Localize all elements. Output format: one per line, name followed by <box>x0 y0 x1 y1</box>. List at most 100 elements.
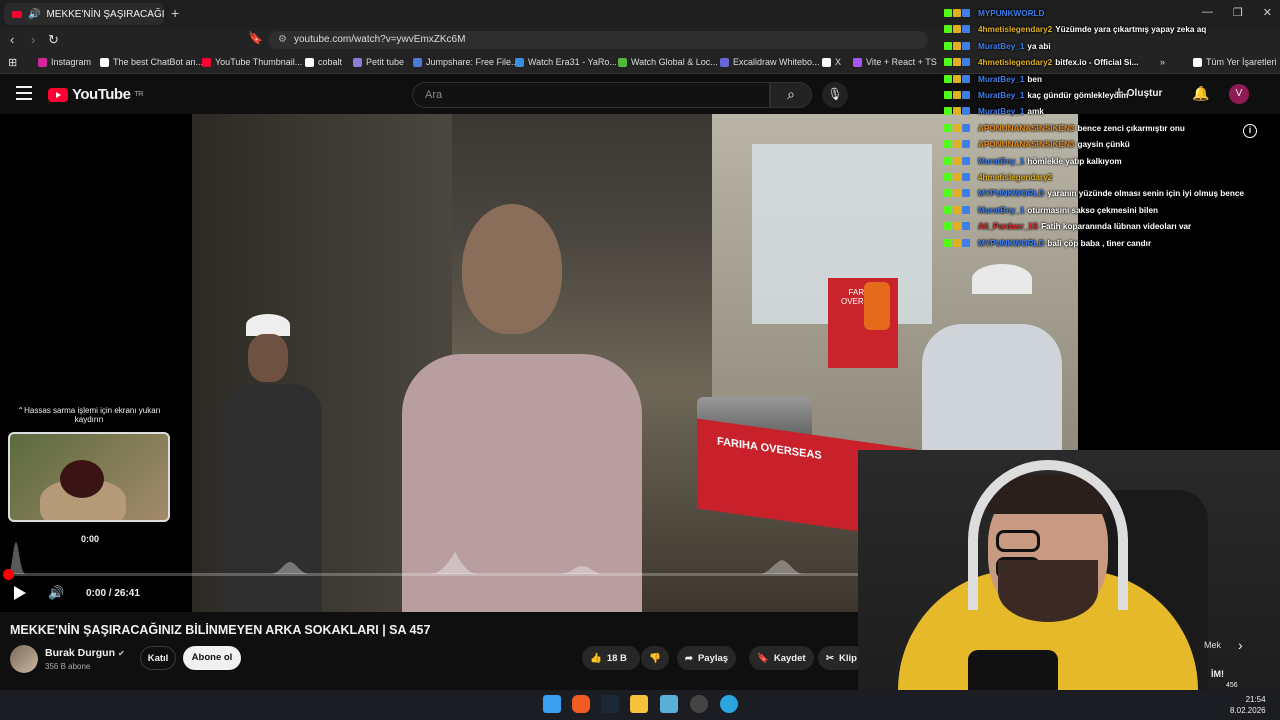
steam-icon[interactable] <box>601 695 619 713</box>
bookmark-item[interactable]: Petit tube <box>353 57 404 67</box>
bookmark-item[interactable]: X <box>822 57 841 67</box>
verified-icon: ✔ <box>117 649 125 658</box>
voice-search-button[interactable]: 🎙 <box>822 82 848 108</box>
chat-username: 4hmetislegendary2 <box>978 173 1053 182</box>
badge-icon <box>962 189 970 198</box>
chat-username: MuratBey_1 <box>978 41 1025 51</box>
scrub-hint: ⌃Hassas sarma işlemi için ekranı yukarı … <box>17 406 161 424</box>
subscribe-button[interactable]: Abone ol <box>183 646 241 670</box>
chat-text: Yüzümde yara çıkartmış yapay zeka aq <box>1055 25 1207 35</box>
play-icon[interactable] <box>14 586 26 600</box>
forward-arrow-icon[interactable]: › <box>31 32 35 47</box>
badge-icon <box>962 25 970 34</box>
back-arrow-icon[interactable]: ‹ <box>10 32 14 47</box>
chat-message: Ali_Pardasr_1S Fatih koparanında lübnan v… <box>944 222 1191 231</box>
new-tab-button[interactable]: + <box>171 5 179 21</box>
volume-icon[interactable]: 🔊 <box>48 585 64 601</box>
apps-grid-icon[interactable]: ⊞ <box>8 56 17 69</box>
share-icon: ➦ <box>685 652 693 664</box>
share-button[interactable]: ➦ Paylaş <box>677 646 737 670</box>
chat-message: MYPUNKWORLD yaranın yüzünde olması senin … <box>944 189 1244 198</box>
chat-text: yaranın yüzünde olması senin için iyi ol… <box>1047 189 1244 199</box>
site-info-icon[interactable]: ⚙ <box>278 34 287 45</box>
reload-icon[interactable]: ↻ <box>48 32 59 48</box>
bookmark-item[interactable]: Vite + React + TS <box>853 57 937 67</box>
telegram-icon[interactable] <box>720 695 738 713</box>
badge-icon <box>953 107 961 116</box>
badge-icon <box>944 74 952 83</box>
search-button[interactable]: ⌕ <box>770 82 812 108</box>
badge-icon <box>944 123 952 132</box>
file-explorer-icon[interactable] <box>630 695 648 713</box>
badge-icon <box>962 58 970 67</box>
bookmark-item[interactable]: Watch Era31 - YaRo... <box>515 57 617 67</box>
bookmark-item[interactable]: cobalt <box>305 57 342 67</box>
chat-badges <box>944 9 978 18</box>
chat-username: Ali_Pardasr_1S <box>978 222 1039 232</box>
chat-text: Fatih koparanında lübnan videoları var <box>1041 222 1192 232</box>
url-text: youtube.com/watch?v=ywvEmxZKc6M <box>294 34 466 45</box>
chat-badges <box>944 41 978 51</box>
chat-username: APONUNANASINSIKEN3 <box>978 123 1075 133</box>
chat-badges <box>944 140 978 149</box>
scrubber-handle[interactable] <box>3 569 14 580</box>
search-input[interactable]: Ara <box>412 82 770 108</box>
channel-name[interactable]: Burak Durgun ✔ <box>45 647 125 659</box>
badge-icon <box>953 58 961 67</box>
chat-text: bence zenci çıkarmıştır onu <box>1077 123 1185 133</box>
sidebar-video-label: İM! <box>1211 669 1224 679</box>
instagram-icon <box>38 57 47 67</box>
badge-icon <box>944 91 952 99</box>
chat-username: MuratBey_1 <box>978 91 1025 100</box>
bookmark-item[interactable]: Instagram <box>38 57 91 67</box>
badge-icon <box>953 74 961 83</box>
youtube-logo[interactable]: YouTube TR <box>48 86 143 103</box>
join-button[interactable]: Katıl <box>140 646 176 670</box>
url-field[interactable]: ⚙ youtube.com/watch?v=ywvEmxZKc6M <box>268 31 928 49</box>
bookmark-page-icon[interactable]: 🔖 <box>248 31 263 45</box>
chat-message: MuratBey_1 amk <box>944 107 1044 116</box>
chat-text: hömlekle yatıp kalkıyom <box>1027 156 1122 166</box>
browser-tab-active[interactable]: 🔊 MEKKE'NİN ŞAŞIRACAĞINIZ B × <box>4 3 164 25</box>
badge-icon <box>962 156 970 165</box>
like-button[interactable]: 👍 18 B <box>582 646 640 670</box>
badge-icon <box>962 107 970 116</box>
bookmark-item[interactable]: Jumpshare: Free File... <box>413 57 519 67</box>
bookmark-item[interactable]: YouTube Thumbnail... <box>202 57 302 67</box>
chat-username: MYPUNKWORLD <box>978 189 1045 199</box>
badge-icon <box>953 173 961 181</box>
chat-text: bali çöp baba , tiner candır <box>1047 238 1152 248</box>
start-icon[interactable] <box>543 695 561 713</box>
thumbs-up-icon: 👍 <box>590 652 602 664</box>
petit-tube-icon <box>353 57 362 67</box>
chat-text: ben <box>1027 74 1042 84</box>
app-icon[interactable] <box>690 695 708 713</box>
video-title: MEKKE'NİN ŞAŞIRACAĞINIZ BİLİNMEYEN ARKA … <box>10 623 431 637</box>
chat-username: MYPUNKWORLD <box>978 9 1045 18</box>
chat-badges <box>944 74 978 84</box>
screen: { "browser": { "tab_title": "MEKKE'NİN Ş… <box>0 0 1280 720</box>
bookmark-item[interactable]: Excalidraw Whitebo... <box>720 57 820 67</box>
save-button[interactable]: 🔖 Kaydet <box>749 646 814 670</box>
time-display: 0:00 / 26:41 <box>86 588 140 599</box>
bookmark-item[interactable]: Watch Global & Loc... <box>618 57 718 67</box>
streamer-webcam <box>858 450 1280 720</box>
photos-icon[interactable] <box>660 695 678 713</box>
badge-icon <box>962 9 970 17</box>
sidebar-video-title[interactable]: Mek <box>1204 640 1221 650</box>
badge-icon <box>944 58 952 67</box>
chatbot-icon <box>100 57 109 67</box>
channel-avatar[interactable] <box>10 645 38 673</box>
chat-badges <box>944 107 978 116</box>
badge-icon <box>944 156 952 165</box>
era31-icon <box>515 57 524 67</box>
badge-icon <box>944 222 952 231</box>
chat-message: MuratBey_1 ben <box>944 74 1042 84</box>
menu-icon[interactable] <box>16 86 32 100</box>
brave-browser-icon[interactable] <box>572 695 590 713</box>
bookmark-item[interactable]: The best ChatBot an... <box>100 57 203 67</box>
chevron-right-icon[interactable]: › <box>1238 637 1243 653</box>
jumpshare-icon <box>413 57 422 67</box>
audio-icon: 🔊 <box>28 8 41 20</box>
dislike-button[interactable]: 👎 <box>641 646 669 670</box>
